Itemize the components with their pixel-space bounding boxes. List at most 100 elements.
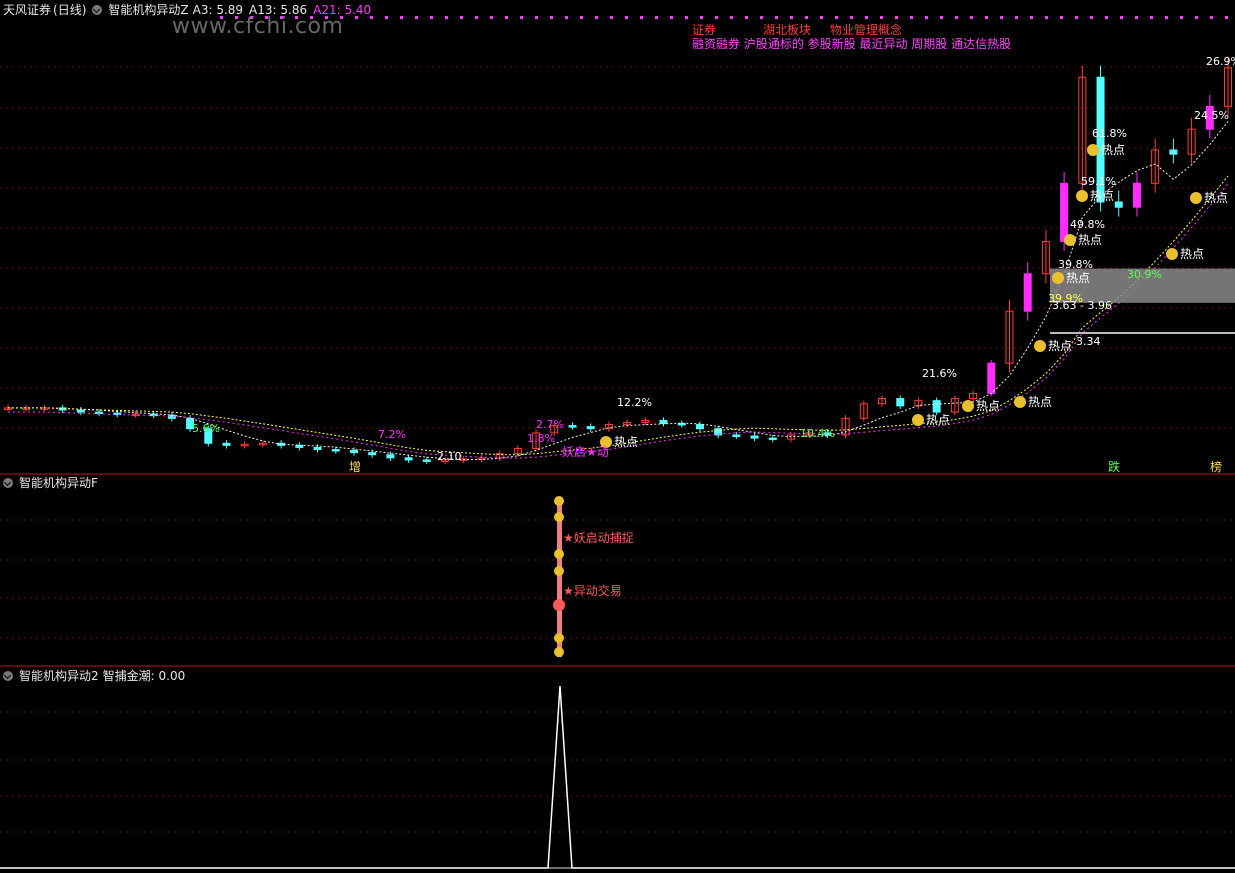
signal-dot [850,16,853,19]
pct-label: 26.9% [1206,55,1235,68]
signal-dot [475,16,478,19]
candle-body [695,424,704,430]
signal-dot [1060,16,1063,19]
signal-icon [554,647,564,657]
candle-body [932,400,941,413]
hot-point-label: 热点 [1101,143,1125,157]
signal-dot [760,16,763,19]
hot-point-label: 热点 [976,399,1000,413]
candle-body [313,446,322,451]
pct-label: 39.8% [1058,258,1093,271]
candle-body [1132,182,1141,208]
pct-label: 12.2% [617,396,652,409]
signal-dot [865,16,868,19]
signal-dot [745,16,748,19]
money-bag-icon [1076,190,1088,202]
hot-point-label: 热点 [1090,189,1114,203]
signal-dot [580,16,583,19]
signal-dot [520,16,523,19]
low-price-label: 2.10 [437,450,462,463]
money-bag-icon [1087,144,1099,156]
candle-body [1169,149,1178,155]
ma-long-line [8,183,1229,459]
trade-label: ★异动交易 [563,583,622,598]
candle-body [568,425,577,428]
signal-dot [700,16,703,19]
pct-label: 24.5% [1194,109,1229,122]
candle-body [422,459,431,462]
signal-dot [1015,16,1018,19]
candle-body [404,457,413,461]
signal-dot [655,16,658,19]
signal-dot [385,16,388,19]
money-bag-icon [912,414,924,426]
signal-dot [970,16,973,19]
signal-dot [880,16,883,19]
signal-dot [220,16,223,19]
signal-dot [940,16,943,19]
hot-point-label: 热点 [1180,247,1204,261]
yao-start-label: 妖启★动 [562,445,609,459]
signal-dot [1105,16,1108,19]
signal-icon [554,549,564,559]
signal-dot [1210,16,1213,19]
increase-marker: 增 [349,460,361,474]
signal-icon [554,566,564,576]
money-bag-icon [1166,248,1178,260]
money-bag-icon [1034,340,1046,352]
money-bag-icon [1064,234,1076,246]
signal-dot [1090,16,1093,19]
candle-body [714,428,723,436]
candle-body [295,444,304,448]
signal-dot [1135,16,1138,19]
signal-dot [790,16,793,19]
signal-dot [910,16,913,19]
candle-body [677,423,686,426]
pct-label: 10.4% [800,427,835,440]
candle-body [659,419,668,425]
signal-dot [445,16,448,19]
pct-label: 7.2% [378,428,406,441]
money-bag-icon [1014,396,1026,408]
signal-dot [250,16,253,19]
candle-body [368,452,377,456]
candle-body [586,426,595,430]
candle-body [750,435,759,439]
money-bag-icon [1190,192,1202,204]
alert-icon [553,599,565,611]
candle-body [76,409,85,413]
signal-dot [805,16,808,19]
signal-dot [1000,16,1003,19]
signal-dot [670,16,673,19]
signal-dot [1180,16,1183,19]
signal-dot [400,16,403,19]
signal-icon [554,512,564,522]
capture-label: ★妖启动捕捉 [563,530,634,545]
signal-dot [235,16,238,19]
candle-body [732,434,741,437]
pct-label: 5.6% [192,422,220,435]
signal-dot [340,16,343,19]
hot-point-label: 热点 [1066,271,1090,285]
signal-dot [370,16,373,19]
pct-label: 59.1% [1081,175,1116,188]
chart-canvas[interactable]: 3.63 - 3.963.342.105.6% 7.2%2.7%1.8%12.2%… [0,0,1235,873]
pct-label: 2.7% [536,418,564,431]
pct-label: 21.6% [922,367,957,380]
candle-body [386,454,395,459]
signal-dot [265,16,268,19]
candle-body [331,449,340,452]
signal-dot [505,16,508,19]
ranking-marker: 榜 [1210,459,1222,474]
signal-dot [535,16,538,19]
support-label: 3.34 [1076,335,1101,348]
pct-label: 1.8% [527,432,555,445]
signal-dot [895,16,898,19]
signal-dot [1075,16,1078,19]
signal-dot [295,16,298,19]
candle-body [768,437,777,441]
signal-dot [490,16,493,19]
signal-dot [430,16,433,19]
signal-dot [460,16,463,19]
signal-dot [595,16,598,19]
